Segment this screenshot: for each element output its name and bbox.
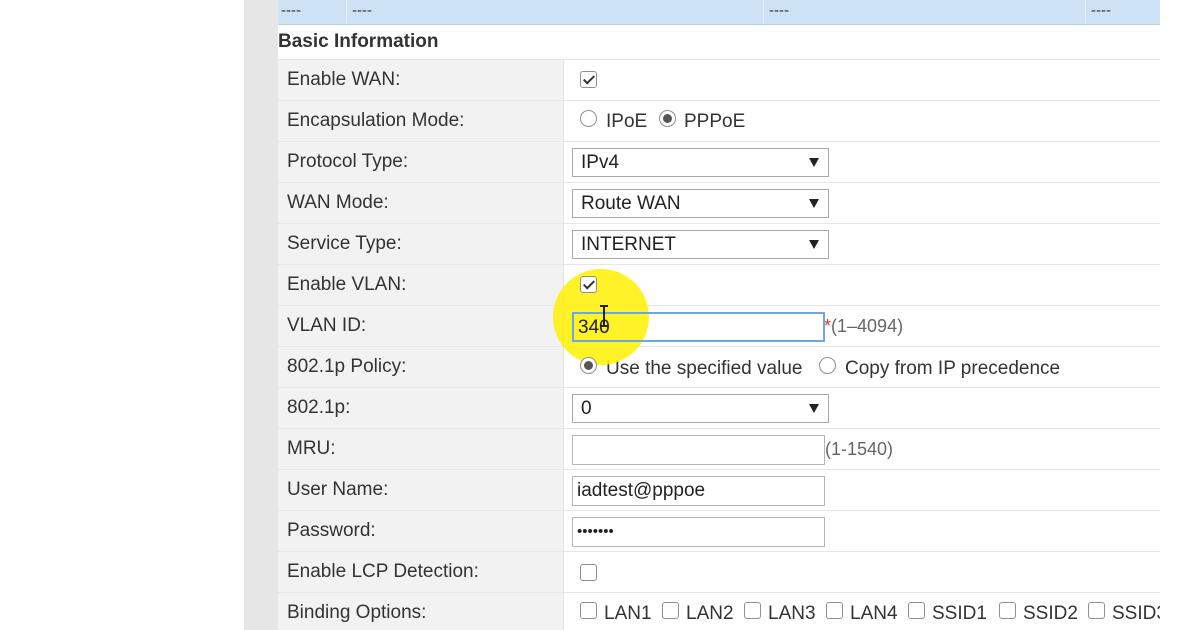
enable-vlan-label: Enable VLAN:: [287, 274, 407, 295]
row-enable-wan: Enable WAN:: [278, 59, 1160, 100]
lan3-checkbox[interactable]: [744, 602, 761, 619]
enable-wan-checkbox[interactable]: [580, 71, 597, 88]
vlan-id-input[interactable]: 340: [572, 312, 825, 342]
mru-label: MRU:: [287, 438, 336, 459]
vlan-id-label: VLAN ID:: [287, 315, 367, 336]
pppoe-radio[interactable]: [659, 110, 676, 127]
mru-hint: (1-1540): [825, 439, 894, 459]
row-encapsulation-mode: Encapsulation Mode: IPoE PPPoE: [278, 100, 1160, 141]
row-enable-vlan: Enable VLAN:: [278, 264, 1160, 305]
lan2-label: LAN2: [686, 603, 734, 624]
ip-precedence-radio[interactable]: [819, 357, 836, 374]
wan-mode-value: Route WAN: [581, 193, 681, 214]
ssid2-label: SSID2: [1023, 603, 1078, 624]
wan-list-cell: ----: [1091, 2, 1111, 19]
row-mru: MRU: (1-1540): [278, 428, 1160, 469]
left-nav-pane: [0, 0, 244, 630]
dropdown-arrow-icon: [809, 240, 819, 249]
password-label: Password:: [287, 520, 376, 541]
8021p-label: 802.1p:: [287, 397, 351, 418]
binding-options-label: Binding Options:: [287, 602, 427, 623]
password-value: •••••••: [577, 523, 614, 540]
pppoe-radio-label: PPPoE: [684, 111, 746, 132]
row-8021p-policy: 802.1p Policy: Use the specified value C…: [278, 346, 1160, 387]
lan2-checkbox[interactable]: [662, 602, 679, 619]
ssid2-checkbox[interactable]: [999, 602, 1016, 619]
row-vlan-id: VLAN ID: 340 *(1–4094): [278, 305, 1160, 346]
service-type-label: Service Type:: [287, 233, 402, 254]
row-8021p: 802.1p: 0: [278, 387, 1160, 428]
encapsulation-mode-label: Encapsulation Mode:: [287, 110, 465, 131]
ssid1-checkbox[interactable]: [908, 602, 925, 619]
row-wan-mode: WAN Mode: Route WAN: [278, 182, 1160, 223]
dropdown-arrow-icon: [809, 158, 819, 167]
dropdown-arrow-icon: [809, 404, 819, 413]
user-name-value: iadtest@pppoe: [577, 480, 706, 501]
section-title: Basic Information: [278, 31, 439, 52]
ssid1-label: SSID1: [932, 603, 987, 624]
lcp-detection-label: Enable LCP Detection:: [287, 561, 479, 582]
service-type-select[interactable]: INTERNET: [572, 230, 829, 259]
lcp-detection-checkbox[interactable]: [580, 564, 597, 581]
row-password: Password: •••••••: [278, 510, 1160, 551]
required-marker: *: [824, 316, 832, 336]
lan4-checkbox[interactable]: [826, 602, 843, 619]
wan-list-row[interactable]: ---- ---- ---- ----: [278, 0, 1160, 25]
lan1-checkbox[interactable]: [580, 602, 597, 619]
enable-wan-label: Enable WAN:: [287, 69, 401, 90]
ipoe-radio-label: IPoE: [606, 111, 648, 132]
lan3-label: LAN3: [768, 603, 816, 624]
policy-label: 802.1p Policy:: [287, 356, 407, 377]
mru-input[interactable]: [572, 435, 825, 465]
left-border-strip: [244, 0, 278, 630]
ssid3-label: SSID3: [1112, 603, 1160, 624]
wan-mode-select[interactable]: Route WAN: [572, 189, 829, 218]
row-binding-options: Binding Options: LAN1 LAN2 LAN3 LAN4 SSI…: [278, 592, 1160, 630]
ipoe-radio[interactable]: [580, 110, 597, 127]
enable-vlan-checkbox[interactable]: [580, 276, 597, 293]
8021p-select[interactable]: 0: [572, 394, 829, 423]
ssid3-checkbox[interactable]: [1088, 602, 1105, 619]
row-protocol-type: Protocol Type: IPv4: [278, 141, 1160, 182]
ip-precedence-label: Copy from IP precedence: [845, 358, 1061, 379]
vlan-id-hint: *(1–4094): [824, 316, 903, 337]
wan-list-cell: ----: [281, 2, 301, 19]
protocol-type-value: IPv4: [581, 152, 620, 173]
password-input[interactable]: •••••••: [572, 517, 825, 547]
specified-value-label: Use the specified value: [606, 358, 803, 379]
wan-mode-label: WAN Mode:: [287, 192, 389, 213]
service-type-value: INTERNET: [581, 234, 676, 255]
right-margin: [1160, 0, 1200, 630]
text-cursor-icon: [600, 305, 608, 327]
wan-list-cell: ----: [769, 2, 789, 19]
user-name-input[interactable]: iadtest@pppoe: [572, 476, 825, 506]
vlan-id-range: (1–4094): [831, 316, 904, 336]
row-user-name: User Name: iadtest@pppoe: [278, 469, 1160, 510]
dropdown-arrow-icon: [809, 199, 819, 208]
lan4-label: LAN4: [850, 603, 898, 624]
row-lcp-detection: Enable LCP Detection:: [278, 551, 1160, 592]
protocol-type-label: Protocol Type:: [287, 151, 409, 172]
lan1-label: LAN1: [604, 603, 652, 624]
wan-config-panel: ---- ---- ---- ---- Basic Information En…: [278, 0, 1160, 630]
wan-list-cell: ----: [352, 2, 372, 19]
specified-value-radio[interactable]: [580, 357, 597, 374]
user-name-label: User Name:: [287, 479, 389, 500]
row-service-type: Service Type: INTERNET: [278, 223, 1160, 264]
8021p-value: 0: [581, 398, 592, 419]
protocol-type-select[interactable]: IPv4: [572, 148, 829, 177]
